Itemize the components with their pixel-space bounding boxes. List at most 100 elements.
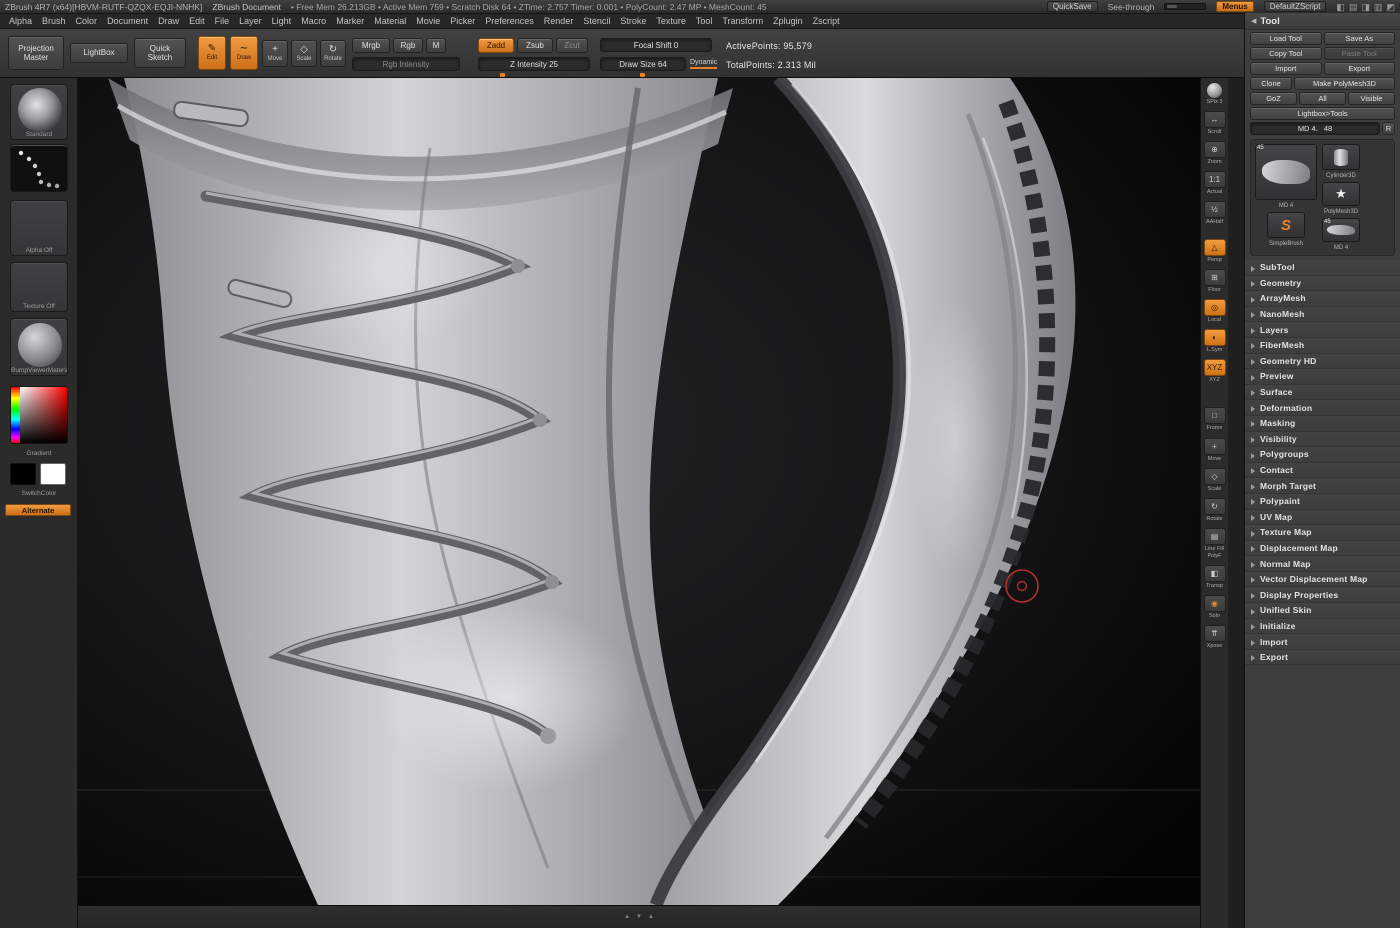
menu-stroke[interactable]: Stroke: [615, 15, 651, 27]
seethrough-slider[interactable]: [1164, 3, 1206, 10]
strip-transp[interactable]: ◧ Transp: [1202, 565, 1228, 589]
menu-brush[interactable]: Brush: [37, 15, 71, 27]
move-mode-button[interactable]: + Move: [262, 40, 288, 67]
copy-tool-button[interactable]: Copy Tool: [1250, 47, 1322, 60]
menu-material[interactable]: Material: [369, 15, 411, 27]
restore-config-button[interactable]: R: [1382, 122, 1395, 135]
section-preview[interactable]: Preview: [1245, 369, 1400, 385]
menu-zscript[interactable]: Zscript: [808, 15, 845, 27]
strip-xyz-toggle[interactable]: XYZ XYZ: [1202, 359, 1228, 383]
main-color-swatch[interactable]: [10, 463, 36, 485]
menus-button[interactable]: Menus: [1216, 1, 1253, 12]
menu-transform[interactable]: Transform: [717, 15, 768, 27]
scale-mode-button[interactable]: ◇ Scale: [291, 40, 317, 67]
zscript-button[interactable]: DefaultZScript: [1264, 1, 1327, 12]
menu-color[interactable]: Color: [71, 15, 103, 27]
zadd-button[interactable]: Zadd: [478, 38, 514, 53]
strip-actual[interactable]: 1:1 Actual: [1202, 171, 1228, 195]
section-geometry-hd[interactable]: Geometry HD: [1245, 354, 1400, 370]
menu-edit[interactable]: Edit: [184, 15, 210, 27]
menu-movie[interactable]: Movie: [411, 15, 445, 27]
strip-local-toggle[interactable]: ◎ Local: [1202, 299, 1228, 323]
strip-solo[interactable]: ◉ Solo: [1202, 595, 1228, 619]
rgb-intensity-slider[interactable]: Rgb Intensity: [352, 57, 460, 71]
dynamic-toggle[interactable]: Dynamic: [690, 59, 717, 69]
hue-strip[interactable]: [11, 387, 20, 443]
strip-persp-toggle[interactable]: △ Persp: [1202, 239, 1228, 263]
section-layers[interactable]: Layers: [1245, 322, 1400, 338]
export-button[interactable]: Export: [1324, 62, 1396, 75]
md4-thumb[interactable]: 45: [1322, 218, 1360, 242]
secondary-color-swatch[interactable]: [40, 463, 66, 485]
menu-file[interactable]: File: [210, 15, 235, 27]
section-texture-map[interactable]: Texture Map: [1245, 525, 1400, 541]
menu-light[interactable]: Light: [267, 15, 297, 27]
lightbox-tools-button[interactable]: Lightbox>Tools: [1250, 107, 1395, 120]
canvas-bottom-bar[interactable]: ▲ ▼ ▲: [78, 905, 1200, 928]
section-normal-map[interactable]: Normal Map: [1245, 556, 1400, 572]
cylinder3d-thumb[interactable]: [1322, 144, 1360, 170]
clone-button[interactable]: Clone: [1250, 77, 1292, 90]
quick-sketch-button[interactable]: Quick Sketch: [134, 38, 186, 68]
sculpt-viewport[interactable]: [78, 78, 1200, 905]
active-tool-thumb[interactable]: 45: [1255, 144, 1317, 200]
strip-xpose[interactable]: ⇈ Xpose: [1202, 625, 1228, 649]
menu-draw[interactable]: Draw: [153, 15, 184, 27]
tool-name-slider[interactable]: MD 4. 48: [1250, 122, 1380, 135]
section-arraymesh[interactable]: ArrayMesh: [1245, 291, 1400, 307]
titlebar-tool-icon-2[interactable]: ▤: [1349, 1, 1358, 13]
switchcolor-label[interactable]: SwitchColor: [0, 490, 78, 497]
all-button[interactable]: All: [1299, 92, 1346, 105]
section-contact[interactable]: Contact: [1245, 463, 1400, 479]
section-initialize[interactable]: Initialize: [1245, 619, 1400, 635]
resize-handle-icon[interactable]: ▼: [636, 914, 642, 920]
projection-master-button[interactable]: Projection Master: [8, 36, 64, 70]
collapse-chevron-icon[interactable]: ◀: [1251, 17, 1256, 25]
current-brush-thumb[interactable]: Standard: [10, 84, 68, 140]
draw-mode-button[interactable]: ∼ Draw: [230, 36, 258, 70]
current-stroke-thumb[interactable]: [10, 144, 68, 192]
lightbox-button[interactable]: LightBox: [70, 43, 128, 63]
menu-zplugin[interactable]: Zplugin: [768, 15, 808, 27]
section-uv-map[interactable]: UV Map: [1245, 510, 1400, 526]
goz-button[interactable]: GoZ: [1250, 92, 1297, 105]
strip-rotate[interactable]: ↻ Rotate: [1202, 498, 1228, 522]
z-intensity-slider[interactable]: Z Intensity 25: [478, 57, 590, 71]
menu-layer[interactable]: Layer: [234, 15, 267, 27]
menu-document[interactable]: Document: [102, 15, 153, 27]
section-surface[interactable]: Surface: [1245, 385, 1400, 401]
strip-lsym-toggle[interactable]: ◐ L.Sym: [1202, 329, 1228, 353]
menu-stencil[interactable]: Stencil: [578, 15, 615, 27]
m-button[interactable]: M: [426, 38, 446, 53]
menu-tool[interactable]: Tool: [691, 15, 718, 27]
section-polypaint[interactable]: Polypaint: [1245, 494, 1400, 510]
section-polygroups[interactable]: Polygroups: [1245, 447, 1400, 463]
strip-floor-toggle[interactable]: ⊞ Floor: [1202, 269, 1228, 293]
section-displacement-map[interactable]: Displacement Map: [1245, 541, 1400, 557]
strip-aahalf[interactable]: ½ AAHalf: [1202, 201, 1228, 225]
resize-handle-icon[interactable]: ▲: [648, 914, 654, 920]
tool-palette-header[interactable]: ◀ Tool: [1245, 13, 1400, 30]
menu-marker[interactable]: Marker: [331, 15, 369, 27]
menu-macro[interactable]: Macro: [296, 15, 331, 27]
color-picker[interactable]: [10, 386, 68, 444]
section-unified-skin[interactable]: Unified Skin: [1245, 603, 1400, 619]
rotate-mode-button[interactable]: ↻ Rotate: [320, 40, 346, 67]
strip-polyframe[interactable]: ▤ Line Fill PolyF: [1202, 528, 1228, 559]
zcut-button[interactable]: Zcut: [556, 38, 588, 53]
resize-handle-icon[interactable]: ▲: [624, 914, 630, 920]
quicksave-button[interactable]: QuickSave: [1047, 1, 1098, 12]
section-geometry[interactable]: Geometry: [1245, 276, 1400, 292]
section-display-properties[interactable]: Display Properties: [1245, 587, 1400, 603]
menu-preferences[interactable]: Preferences: [480, 15, 539, 27]
save-as-button[interactable]: Save As: [1324, 32, 1396, 45]
rgb-button[interactable]: Rgb: [393, 38, 423, 53]
menu-texture[interactable]: Texture: [651, 15, 691, 27]
section-deformation[interactable]: Deformation: [1245, 400, 1400, 416]
alternate-button[interactable]: Alternate: [5, 504, 71, 516]
strip-move[interactable]: + Move: [1202, 438, 1228, 462]
current-texture-thumb[interactable]: Texture Off: [10, 262, 68, 312]
current-alpha-thumb[interactable]: Alpha Off: [10, 200, 68, 256]
menu-picker[interactable]: Picker: [445, 15, 480, 27]
visible-button[interactable]: Visible: [1348, 92, 1395, 105]
